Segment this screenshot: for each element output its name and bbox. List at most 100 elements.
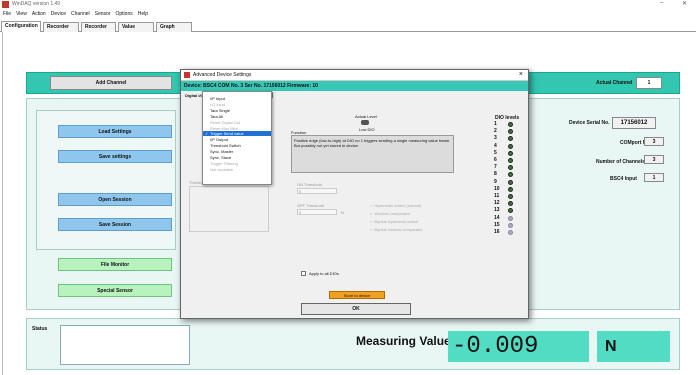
number-of-channels-value: 3 (644, 155, 664, 164)
load-settings-button[interactable]: Load Settings (58, 125, 172, 138)
menu-device[interactable]: Device (51, 11, 66, 17)
close-icon[interactable]: × (519, 71, 523, 78)
dio-led-icon (508, 179, 513, 185)
store-to-device-button[interactable]: Store to device (329, 291, 385, 299)
dio-level-number: 10 (494, 185, 500, 192)
dropdown-option[interactable]: I/O input (203, 102, 271, 107)
save-session-button[interactable]: Save Session (58, 218, 172, 231)
close-icon[interactable]: ✕ (682, 0, 687, 7)
dio-level-number: 1 (494, 121, 497, 127)
dropdown-option[interactable]: Sync. Slave (203, 155, 271, 160)
menu-sensor[interactable]: Sensor (95, 11, 111, 17)
radio-bipolar-hysteresis[interactable]: Bipolar hysteresis switch (370, 219, 418, 224)
device-info-bar: Device: BSC4 COM No. 3 Ser No. 17156012 … (181, 81, 528, 91)
digital-io-function-dropdown: I/P Input I/O input Tara Single Tara All Res… (202, 91, 272, 185)
apply-all-checkbox[interactable] (301, 271, 306, 276)
dio-level-row: 11 (494, 193, 520, 200)
radio-window-comparator[interactable]: Window comparator (370, 211, 410, 216)
tab-value-display[interactable]: Value Display (118, 22, 154, 39)
dialog-app-icon (184, 72, 190, 78)
function-description: Positive edge (low-to-high) at DIO no 1 … (291, 135, 454, 173)
measuring-value-label: Measuring Value (356, 334, 451, 348)
tab-configuration[interactable]: Configuration (1, 21, 41, 32)
dropdown-option[interactable]: Sync. Master (203, 149, 271, 154)
file-monitor-button[interactable]: File Monitor (58, 258, 172, 271)
dio-led-icon (508, 208, 513, 214)
dio-level-number: 4 (494, 142, 497, 149)
dio-led-icon (508, 129, 513, 135)
tab-recorder-yt[interactable]: Recorder Yt (43, 22, 79, 39)
dropdown-option[interactable]: I/P Input (203, 96, 271, 101)
minimize-icon[interactable]: – (660, 0, 663, 6)
bsc4-input-value: 1 (644, 173, 664, 182)
tab-recorder-xy[interactable]: Recorder XY (81, 22, 116, 39)
dio-level-row: 15 (494, 222, 520, 229)
dio-level-number: 15 (494, 221, 500, 228)
dio-led-icon (508, 136, 513, 142)
dio-led-icon (508, 172, 513, 178)
radio-bipolar-window[interactable]: Bipolar window comparator (370, 227, 422, 232)
dio-level-row: 16 (494, 229, 520, 236)
dio-level-row: 10 (494, 186, 520, 193)
measuring-unit: N (597, 331, 670, 362)
device-serial-label: Device Serial No. (569, 120, 610, 126)
menu-channel[interactable]: Channel (71, 11, 90, 17)
open-session-button[interactable]: Open Session (58, 193, 172, 206)
dio-led-icon (508, 215, 513, 221)
dio-level-number: 14 (494, 214, 500, 221)
status-box (60, 325, 190, 365)
dio-level-row: 1 (494, 121, 520, 128)
dio-level-number: 8 (494, 171, 497, 178)
device-serial-value: 17156012 (612, 117, 656, 129)
dio-level-row: 6 (494, 157, 520, 164)
dio-level-number: 12 (494, 200, 500, 207)
dio-level-number: 16 (494, 229, 500, 235)
dio-led-icon (508, 230, 513, 235)
dropdown-option[interactable]: Reset Max Mini (203, 126, 271, 131)
title-bar: WinDAQ version 1.49 – ✕ (0, 0, 696, 9)
add-channel-button[interactable]: Add Channel (50, 76, 172, 90)
dio-led-icon (508, 194, 513, 199)
on-threshold-label: ON Threshold (297, 182, 322, 187)
on-threshold-input[interactable]: 0 (297, 188, 337, 194)
menu-action[interactable]: Action (32, 11, 46, 17)
bsc4-input-label: BSC4 Input (610, 176, 637, 182)
dio-level-row: 12 (494, 200, 520, 207)
status-label: Status (32, 326, 48, 332)
off-threshold-label: OFF Threshold (297, 203, 324, 208)
menu-help[interactable]: Help (138, 11, 148, 17)
dio-level-row: 8 (494, 171, 520, 178)
dio-level-number: 3 (494, 135, 497, 142)
save-settings-button[interactable]: Save settings (58, 150, 172, 163)
dio-led-icon (508, 122, 513, 127)
off-threshold-input[interactable]: 0 (297, 209, 337, 215)
dialog-title-bar: Advanced Device Settings × (181, 70, 528, 81)
tab-graph-display[interactable]: Graph Display (156, 22, 192, 39)
special-sensor-button[interactable]: Special Sensor (58, 284, 172, 297)
dropdown-option[interactable]: Trigger Filtering (203, 161, 271, 166)
dropdown-option[interactable]: Tara All (203, 114, 271, 119)
dio-level-row: 14 (494, 215, 520, 222)
dropdown-option[interactable]: Tara Single (203, 108, 271, 113)
menu-options[interactable]: Options (116, 11, 133, 17)
radio-hysteresis[interactable]: Hysteresis switch (normal) (370, 203, 421, 208)
app-logo-icon (2, 1, 9, 8)
dropdown-option[interactable]: I/P Output (203, 137, 271, 142)
dropdown-option[interactable]: Threshold Switch (203, 143, 271, 148)
dio-led-icon (508, 201, 513, 207)
dio-level-number: 9 (494, 178, 497, 185)
dio-led-icon (508, 158, 513, 163)
ok-button[interactable]: OK (301, 303, 411, 315)
actual-channel-spinner[interactable]: 1 (636, 77, 662, 89)
actual-channel-label: Actual Channel (596, 80, 633, 86)
dio-level-row: 9 (494, 179, 520, 186)
tab-bar: Configuration Recorder Yt Recorder XY Va… (0, 20, 696, 39)
level-indicator-icon (361, 120, 369, 125)
low-dio-label: Low DIO (359, 127, 375, 132)
dropdown-option[interactable]: Not available (203, 167, 271, 172)
dropdown-option[interactable]: Trigger Send value (203, 131, 271, 137)
menu-file[interactable]: File (3, 11, 11, 17)
menu-view[interactable]: View (16, 11, 27, 17)
dropdown-option[interactable]: Reset Digital Out (203, 120, 271, 125)
dio-led-icon (508, 150, 513, 156)
